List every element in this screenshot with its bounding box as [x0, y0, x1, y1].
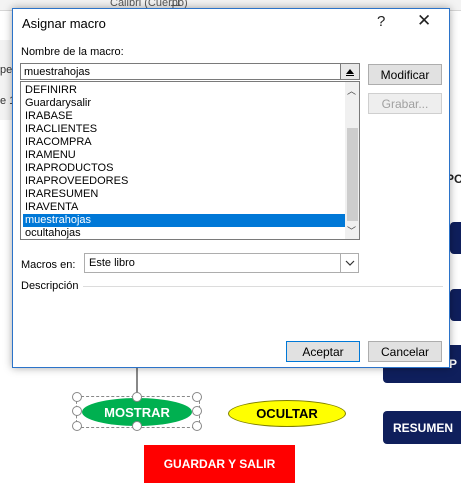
mostrar-label: MOSTRAR — [104, 404, 170, 420]
descripcion-label: Descripción — [21, 280, 79, 292]
assign-macro-dialog: Asignar macro ? ✕ Nombre de la macro: DE… — [12, 8, 450, 368]
ocultar-shape[interactable]: OCULTAR — [228, 400, 346, 427]
left-label-1: pe — [0, 64, 13, 76]
aceptar-button[interactable]: Aceptar — [286, 341, 360, 362]
resize-handle[interactable] — [192, 392, 202, 402]
macro-list-item[interactable]: IRAVENTA — [23, 201, 345, 214]
resumen-label: RESUMEN — [393, 420, 454, 435]
resize-handle[interactable] — [132, 421, 142, 431]
help-icon[interactable]: ? — [377, 13, 385, 30]
sheet-button-2[interactable] — [450, 289, 461, 321]
macro-list-item[interactable]: IRAPRODUCTOS — [23, 162, 345, 175]
resize-handle[interactable] — [192, 421, 202, 431]
dialog-title: Asignar macro — [22, 16, 106, 31]
sheet-button-3-label: P — [449, 357, 458, 371]
macro-list-item[interactable]: IRACOMPRA — [23, 136, 345, 149]
macro-list-item[interactable]: DEFINIRR — [23, 84, 345, 97]
sheet-button-1[interactable] — [450, 222, 461, 254]
scroll-up-icon[interactable]: ︿ — [347, 84, 356, 97]
macro-list-item[interactable]: ocultahojas — [23, 227, 345, 239]
macros-en-select[interactable]: Este libro — [84, 253, 359, 273]
scroll-down-icon[interactable]: ﹀ — [347, 224, 356, 237]
macro-list-item[interactable]: IRAPROVEEDORES — [23, 175, 345, 188]
guardar-y-salir-shape[interactable]: GUARDAR Y SALIR — [144, 445, 295, 483]
macro-list-item[interactable]: IRARESUMEN — [23, 188, 345, 201]
grabar-button[interactable]: Grabar... — [368, 93, 442, 114]
macro-list-item[interactable]: IRAMENU — [23, 149, 345, 162]
resumen-button[interactable]: RESUMEN — [383, 411, 461, 444]
descripcion-divider — [83, 286, 443, 287]
macro-list-item[interactable]: muestrahojas — [23, 214, 345, 227]
resize-handle[interactable] — [72, 421, 82, 431]
macro-name-input[interactable] — [20, 63, 360, 80]
resize-handle[interactable] — [132, 392, 142, 402]
chevron-down-icon[interactable] — [340, 254, 359, 272]
macro-list-item[interactable]: IRABASE — [23, 110, 345, 123]
macro-list-item[interactable]: Guardarysalir — [23, 97, 345, 110]
left-ribbon-strip — [0, 40, 12, 120]
collapse-arrow-icon[interactable] — [340, 64, 359, 79]
guardar-label: GUARDAR Y SALIR — [163, 457, 276, 471]
macros-en-label: Macros en: — [21, 259, 76, 271]
ocultar-label: OCULTAR — [256, 406, 318, 421]
macro-list[interactable]: DEFINIRR Guardarysalir IRABASE IRACLIENTES I… — [20, 81, 360, 240]
scroll-thumb[interactable] — [347, 128, 358, 221]
resize-handle[interactable] — [72, 406, 82, 416]
close-icon[interactable]: ✕ — [417, 11, 431, 31]
resize-handle[interactable] — [72, 392, 82, 402]
modificar-button[interactable]: Modificar — [368, 64, 442, 85]
macro-list-item[interactable]: IRACLIENTES — [23, 123, 345, 136]
cancelar-button[interactable]: Cancelar — [368, 341, 442, 362]
resize-handle[interactable] — [192, 406, 202, 416]
macro-name-label: Nombre de la macro: — [21, 46, 124, 58]
